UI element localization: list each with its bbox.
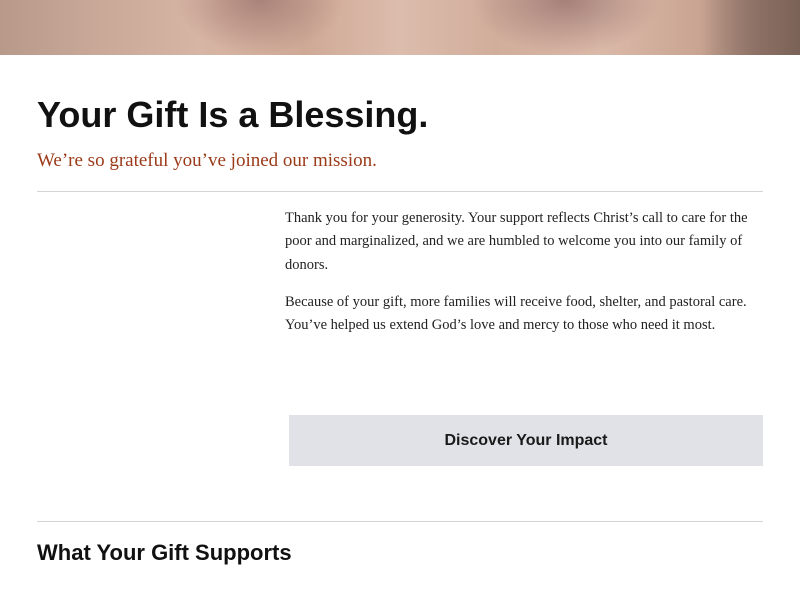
page-subtitle: We’re so grateful you’ve joined our miss… xyxy=(37,150,377,171)
hero-photo-eye-right xyxy=(470,0,660,55)
message-paragraph: Because of your gift, more families will… xyxy=(285,293,747,334)
section-title: What Your Gift Supports xyxy=(37,540,292,565)
divider xyxy=(37,191,763,192)
divider xyxy=(37,521,763,522)
hero-photo-eye-left xyxy=(175,0,345,55)
page-title: Your Gift Is a Blessing. xyxy=(37,94,429,135)
thank-you-message: Thank you for your generosity. Your supp… xyxy=(285,207,763,351)
discover-impact-button[interactable]: Discover Your Impact xyxy=(289,415,763,466)
message-paragraph: Thank you for your generosity. Your supp… xyxy=(285,210,748,273)
hero-photo-hair xyxy=(700,0,800,55)
hero-photo xyxy=(0,0,800,55)
